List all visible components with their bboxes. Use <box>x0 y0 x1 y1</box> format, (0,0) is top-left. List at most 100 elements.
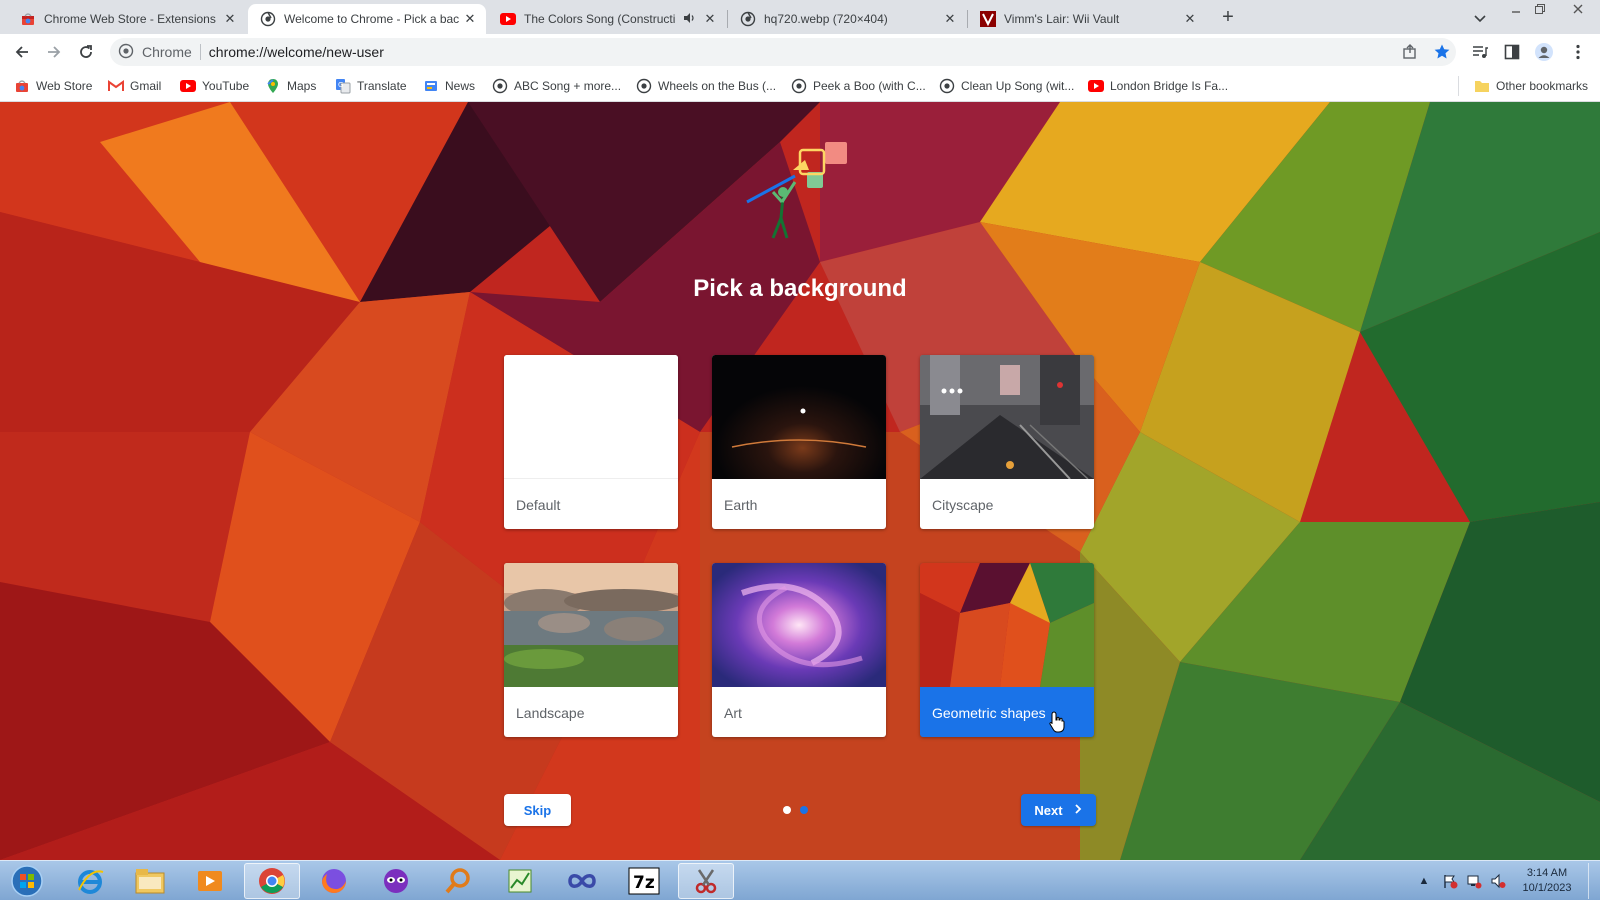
tab-title: The Colors Song (Constructi <box>524 12 676 26</box>
tab-search-chevron-icon[interactable] <box>1470 8 1490 28</box>
close-window-button[interactable] <box>1566 0 1590 18</box>
internet-explorer-icon[interactable] <box>62 863 118 899</box>
bookmark-label: Wheels on the Bus (... <box>658 79 777 93</box>
show-hidden-icons-chevron-icon[interactable]: ▲ <box>1416 873 1432 889</box>
maps-icon <box>265 78 281 94</box>
bookmark-peek-a-boo[interactable]: Peek a Boo (with C... <box>791 77 926 95</box>
bookmark-label: Translate <box>357 79 407 93</box>
close-tab-icon[interactable]: ✕ <box>222 11 238 27</box>
close-tab-icon[interactable]: ✕ <box>942 11 958 27</box>
tab-title: Chrome Web Store - Extensions <box>44 12 216 26</box>
bookmark-label: London Bridge Is Fa... <box>1110 79 1229 93</box>
reload-button[interactable] <box>74 40 98 64</box>
globe-icon <box>636 78 652 94</box>
bookmark-maps[interactable]: Maps <box>265 77 316 95</box>
profile-avatar-button[interactable] <box>1532 40 1556 64</box>
share-button[interactable] <box>1398 40 1422 64</box>
background-card-geometric-shapes[interactable]: Geometric shapes <box>920 563 1094 737</box>
globe-icon <box>740 11 756 27</box>
bookmark-london-bridge[interactable]: London Bridge Is Fa... <box>1088 77 1228 95</box>
close-tab-icon[interactable]: ✕ <box>702 11 718 27</box>
chart-app-icon[interactable] <box>492 863 548 899</box>
address-bar[interactable]: Chrome chrome://welcome/new-user <box>110 38 1456 66</box>
tab-title: hq720.webp (720×404) <box>764 12 888 26</box>
reload-icon <box>80 45 92 58</box>
action-center-flag-icon[interactable] <box>1442 873 1458 889</box>
tab-hq720-webp[interactable]: hq720.webp (720×404) ✕ <box>728 4 966 34</box>
background-card-default[interactable]: Default <box>504 355 678 529</box>
bookmark-label: YouTube <box>202 79 250 93</box>
restore-window-button[interactable] <box>1528 0 1552 18</box>
translate-icon: G <box>335 78 351 94</box>
tab-chrome-web-store[interactable]: Chrome Web Store - Extensions ✕ <box>8 4 246 34</box>
next-button[interactable]: Next <box>1021 794 1096 826</box>
other-bookmarks-folder[interactable]: Other bookmarks <box>1474 77 1588 95</box>
bookmark-web-store[interactable]: Web Store <box>14 77 92 95</box>
back-button[interactable] <box>10 40 34 64</box>
bookmark-translate[interactable]: G Translate <box>335 77 407 95</box>
bookmark-label: Gmail <box>130 79 162 93</box>
chrome-site-icon[interactable] <box>118 43 134 62</box>
speaker-audio-icon[interactable] <box>682 11 696 28</box>
bookmark-abc-song[interactable]: ABC Song + more... <box>492 77 621 95</box>
site-label: Chrome <box>142 44 192 60</box>
minimize-window-button[interactable] <box>1504 0 1528 18</box>
bookmark-label: News <box>445 79 476 93</box>
infinity-app-icon[interactable] <box>554 863 610 899</box>
earth-thumbnail <box>712 355 886 479</box>
file-explorer-icon[interactable] <box>122 863 178 899</box>
svg-text:G: G <box>338 81 343 89</box>
bookmark-star-button[interactable] <box>1430 40 1454 64</box>
arrow-left-icon <box>15 46 28 58</box>
start-orb-icon[interactable] <box>0 863 54 899</box>
system-clock[interactable]: 3:14 AM 10/1/2023 <box>1512 866 1582 896</box>
network-icon[interactable] <box>1466 873 1482 889</box>
bookmark-gmail[interactable]: Gmail <box>108 77 161 95</box>
card-label: Default <box>516 497 561 513</box>
close-tab-icon[interactable]: ✕ <box>1182 11 1198 27</box>
chevron-right-icon <box>1073 802 1083 818</box>
bookmarks-bar: Web Store Gmail YouTube Maps G Translate… <box>0 70 1600 102</box>
tab-strip: Chrome Web Store - Extensions ✕ Welcome … <box>0 0 1600 34</box>
omnibox-divider <box>199 44 201 60</box>
tab-vimms-lair[interactable]: Vimm's Lair: Wii Vault ✕ <box>968 4 1206 34</box>
bookmark-label: Peek a Boo (with C... <box>813 79 926 93</box>
cityscape-thumbnail <box>920 355 1094 479</box>
globe-icon <box>939 78 955 94</box>
bookmark-youtube[interactable]: YouTube <box>180 77 249 95</box>
clock-time: 3:14 AM <box>1526 867 1568 879</box>
background-card-landscape[interactable]: Landscape <box>504 563 678 737</box>
side-panel-button[interactable] <box>1500 40 1524 64</box>
media-player-icon[interactable] <box>182 863 238 899</box>
youtube-icon <box>180 78 196 94</box>
bookmark-clean-up-song[interactable]: Clean Up Song (wit... <box>939 77 1074 95</box>
chrome-menu-button[interactable] <box>1566 40 1590 64</box>
arrow-right-icon <box>48 46 61 58</box>
news-icon <box>423 78 439 94</box>
forward-button[interactable] <box>42 40 66 64</box>
background-card-cityscape[interactable]: Cityscape <box>920 355 1094 529</box>
mask-app-icon[interactable] <box>368 863 424 899</box>
background-card-earth[interactable]: Earth <box>712 355 886 529</box>
volume-muted-icon[interactable] <box>1490 873 1506 889</box>
tab-welcome-to-chrome[interactable]: Welcome to Chrome - Pick a bac ✕ <box>248 4 486 34</box>
background-card-art[interactable]: Art <box>712 563 886 737</box>
bookmark-news[interactable]: News <box>423 77 475 95</box>
step-indicator-dot <box>800 806 808 814</box>
url-text[interactable]: chrome://welcome/new-user <box>209 44 384 60</box>
7zip-icon[interactable]: 7z <box>616 863 672 899</box>
close-tab-icon[interactable]: ✕ <box>462 11 478 27</box>
tab-colors-song[interactable]: The Colors Song (Constructi ✕ <box>488 4 726 34</box>
media-control-button[interactable] <box>1468 40 1492 64</box>
globe-icon <box>791 78 807 94</box>
firefox-icon[interactable] <box>306 863 362 899</box>
search-app-icon[interactable] <box>430 863 486 899</box>
geometric-shapes-thumbnail <box>920 563 1094 687</box>
new-tab-button[interactable]: + <box>1217 7 1239 29</box>
show-desktop-button[interactable] <box>1588 863 1598 899</box>
snipping-tool-icon[interactable] <box>678 863 734 899</box>
bookmark-wheels-on-the-bus[interactable]: Wheels on the Bus (... <box>636 77 776 95</box>
chrome-icon[interactable] <box>244 863 300 899</box>
skip-button[interactable]: Skip <box>504 794 571 826</box>
default-thumbnail <box>504 355 678 479</box>
